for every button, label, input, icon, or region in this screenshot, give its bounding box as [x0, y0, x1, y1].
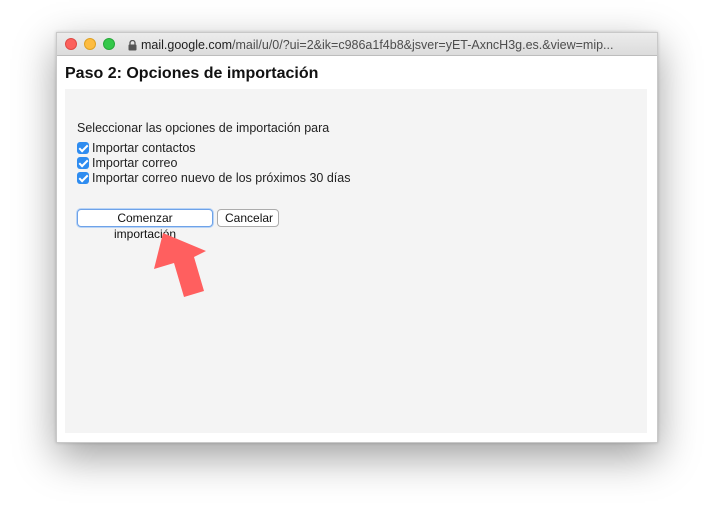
- option-import-contacts[interactable]: Importar contactos: [77, 141, 196, 156]
- lock-icon: [128, 39, 137, 51]
- checkbox-import-contacts[interactable]: [77, 142, 89, 154]
- option-import-new-mail-30-days[interactable]: Importar correo nuevo de los próximos 30…: [77, 171, 350, 186]
- cancel-button[interactable]: Cancelar: [217, 209, 279, 227]
- url-path: /mail/u/0/?ui=2&ik=c986a1f4b8&jsver=yET-…: [232, 38, 614, 52]
- option-label: Importar contactos: [92, 141, 196, 155]
- import-options-panel: Seleccionar las opciones de importación …: [65, 89, 647, 433]
- minimize-window-button[interactable]: [84, 38, 96, 50]
- url-bar[interactable]: mail.google.com/mail/u/0/?ui=2&ik=c986a1…: [128, 37, 651, 53]
- url-host: mail.google.com: [141, 38, 233, 52]
- option-label: Importar correo: [92, 156, 178, 170]
- checkbox-import-mail[interactable]: [77, 157, 89, 169]
- checkbox-import-new-mail-30-days[interactable]: [77, 172, 89, 184]
- page-title: Paso 2: Opciones de importación: [65, 65, 319, 82]
- title-bar: mail.google.com/mail/u/0/?ui=2&ik=c986a1…: [57, 33, 657, 56]
- maximize-window-button[interactable]: [103, 38, 115, 50]
- option-label: Importar correo nuevo de los próximos 30…: [92, 171, 351, 185]
- start-import-button[interactable]: Comenzar importación: [77, 209, 213, 241]
- options-intro-text: Seleccionar las opciones de importación …: [77, 121, 330, 135]
- close-window-button[interactable]: [65, 38, 77, 50]
- annotation-arrow-icon: [154, 233, 206, 297]
- browser-window: mail.google.com/mail/u/0/?ui=2&ik=c986a1…: [56, 32, 658, 443]
- option-import-mail[interactable]: Importar correo: [77, 156, 177, 171]
